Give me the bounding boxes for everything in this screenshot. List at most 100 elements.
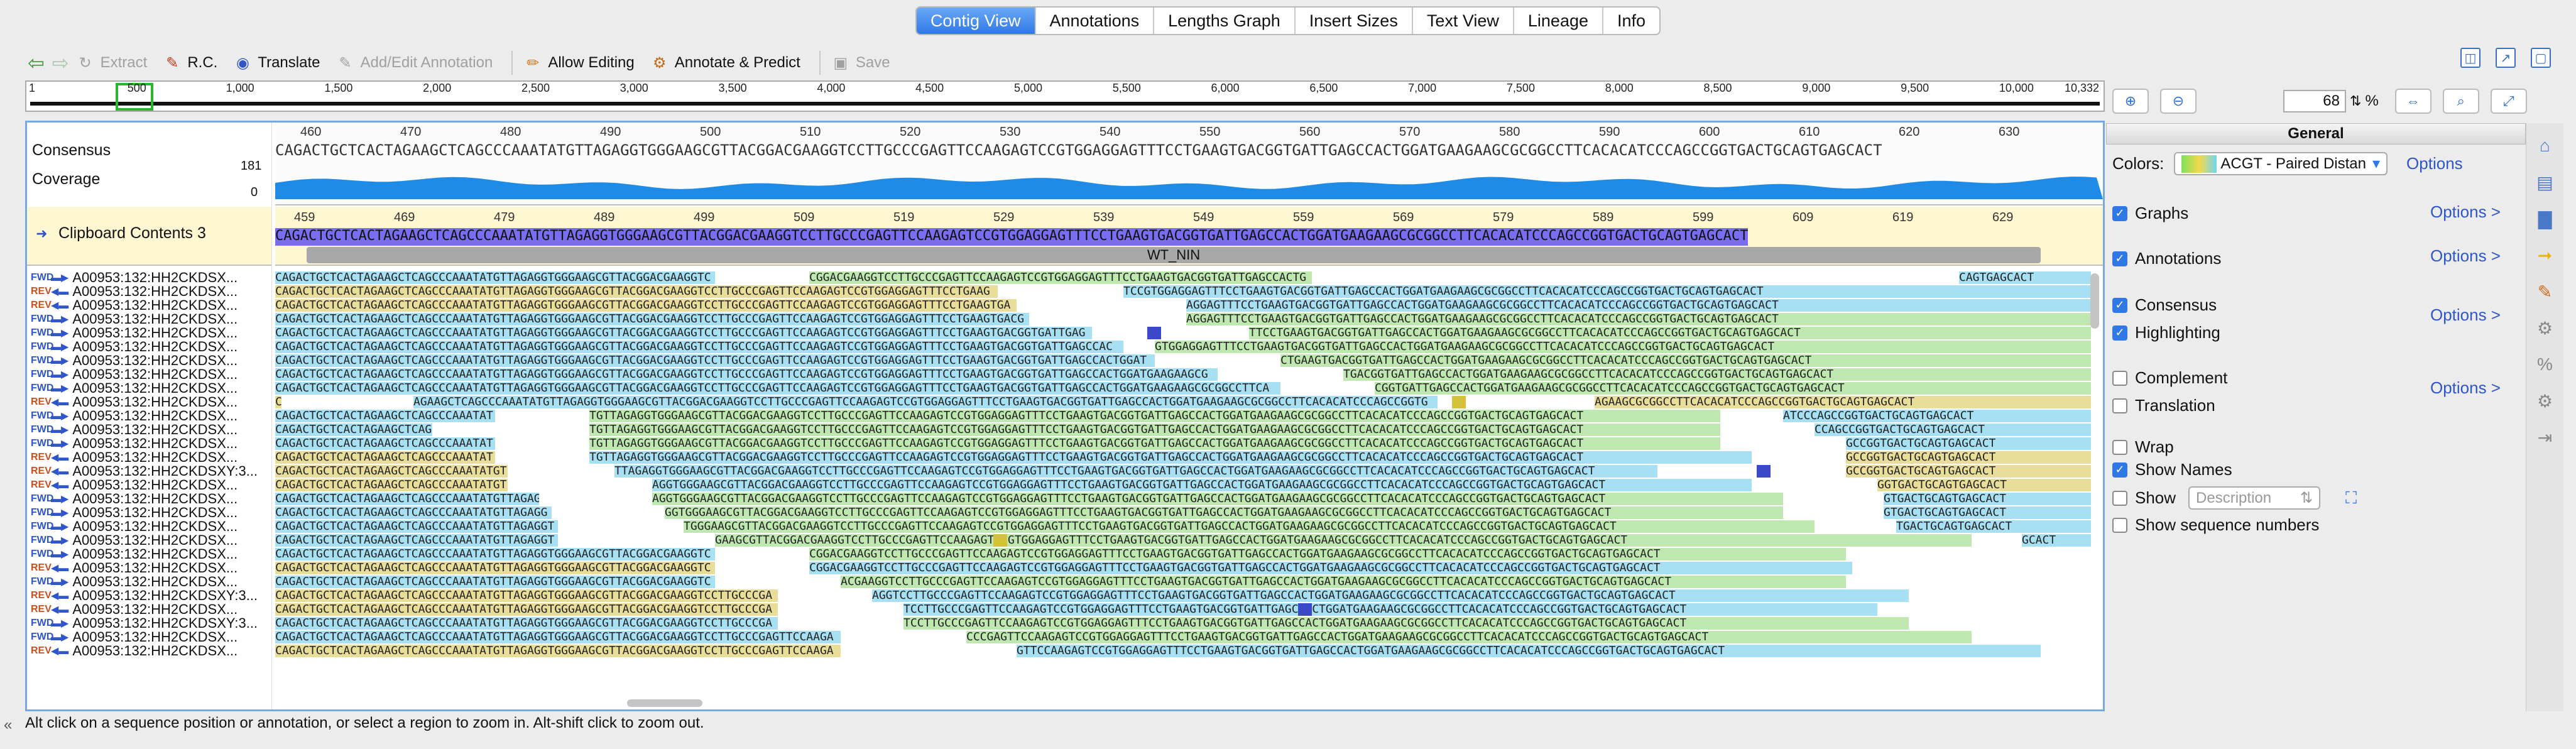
- show-names-row[interactable]: ✓ Show Names: [2112, 460, 2232, 479]
- read-sequence-row[interactable]: CAGACTGCTCACTAGAAGCTCAGCCCAAATAT TGTTAGAG…: [275, 437, 2103, 451]
- read-name-row[interactable]: FWD ▬▶ A00953:132:HH2CKDSX...: [27, 629, 271, 645]
- read-sequence-row[interactable]: CAGACTGCTCACTAGAAGCTCAGCCCAAATATGTTAGAGG…: [275, 561, 2103, 575]
- wrap-checkbox[interactable]: [2112, 439, 2127, 455]
- horizontal-scrollbar[interactable]: [627, 699, 702, 707]
- translate-button[interactable]: ◉ Translate: [234, 54, 320, 72]
- tab-contig-view[interactable]: Contig View: [916, 8, 1036, 34]
- forward-arrow-icon[interactable]: ⇨: [52, 51, 69, 75]
- alignment-view[interactable]: Consensus Coverage 181 0 ➜ Clipboard Con…: [25, 121, 2105, 711]
- sequence-area[interactable]: 460 470 480 490 500 510 520 530 540 550 560 570 580 5…: [275, 123, 2103, 709]
- zoom-to-selection-icon[interactable]: ⌕: [2442, 89, 2479, 114]
- zoom-in-icon[interactable]: ⊕: [2112, 89, 2149, 114]
- read-name-row[interactable]: REV ◀▬ A00953:132:HH2CKDSX...: [27, 601, 271, 617]
- zoom-out-icon[interactable]: ⊖: [2160, 89, 2197, 114]
- read-name-row[interactable]: FWD ▬▶ A00953:132:HH2CKDSX...: [27, 422, 271, 437]
- read-sequence-row[interactable]: CAGACTGCTCACTAGAAGCTCAGCCCAAATATGTTAGAGG…: [275, 630, 2103, 644]
- rc-button[interactable]: ✎ R.C.: [163, 54, 217, 72]
- annotation-wt-nin[interactable]: WT_NIN: [307, 247, 2041, 263]
- read-name-row[interactable]: REV ◀▬ A00953:132:HH2CKDSX...: [27, 297, 271, 313]
- back-arrow-icon[interactable]: ⇦: [28, 51, 45, 75]
- read-sequence-row[interactable]: CAGACTGCTCACTAGAAGCTCAGCCCAAATATGTTAGAGG…: [275, 533, 2103, 547]
- highlighting-row[interactable]: ✓ Highlighting: [2112, 323, 2220, 342]
- read-sequence-row[interactable]: CAGACTGCTCACTAGAAGCTCAGCCCAAATATGTTAGAGG…: [275, 285, 2103, 298]
- read-name-row[interactable]: FWD ▬▶ A00953:132:HH2CKDSX...: [27, 491, 271, 506]
- tools-icon[interactable]: ⚙: [2531, 387, 2559, 415]
- tab-lineage[interactable]: Lineage: [1514, 8, 1603, 34]
- read-sequence-row[interactable]: C AGAAGCTCAGCCCAAATATGTTAGAGGTGGGAAGCGTTA…: [275, 395, 2103, 409]
- read-name-row[interactable]: REV ◀▬ A00953:132:HH2CKDSX...: [27, 560, 271, 576]
- show-numbers-checkbox[interactable]: [2112, 517, 2127, 533]
- annotate-icon[interactable]: ✎: [2531, 278, 2559, 305]
- read-name-row[interactable]: REV ◀▬ A00953:132:HH2CKDSX...: [27, 477, 271, 493]
- read-name-row[interactable]: FWD ▬▶ A00953:132:HH2CKDSX...: [27, 435, 271, 451]
- read-sequence-row[interactable]: CAGACTGCTCACTAGAAGCTCAGCCCAAATATGT AGGTGG…: [275, 478, 2103, 492]
- read-name-row[interactable]: REV ◀▬ A00953:132:HH2CKDSX...: [27, 643, 271, 659]
- popout-icon[interactable]: ↗: [2496, 48, 2516, 68]
- read-name-row[interactable]: FWD ▬▶ A00953:132:HH2CKDSX...: [27, 270, 271, 285]
- translation-options-link[interactable]: Options >: [2430, 378, 2501, 398]
- read-name-row[interactable]: REV ◀▬ A00953:132:HH2CKDSXY:3...: [27, 588, 271, 603]
- save-button[interactable]: ▣ Save: [832, 54, 890, 72]
- collapse-icon[interactable]: «: [4, 716, 12, 734]
- read-sequence-row[interactable]: CAGACTGCTCACTAGAAGCTCAGCCCAAATATGTTAGAGG…: [275, 368, 2103, 381]
- show-field-select[interactable]: Description ⇅: [2188, 486, 2321, 510]
- vertical-scrollbar[interactable]: [2090, 273, 2099, 329]
- show-numbers-row[interactable]: Show sequence numbers: [2112, 515, 2319, 535]
- overview-ruler[interactable]: 1 500 1,000 1,500 2,000 2,500 3,000 3,500 4,000 4…: [25, 80, 2105, 112]
- read-name-row[interactable]: FWD ▬▶ A00953:132:HH2CKDSX...: [27, 408, 271, 424]
- read-name-row[interactable]: FWD ▬▶ A00953:132:HH2CKDSX...: [27, 546, 271, 562]
- wrap-row[interactable]: Wrap: [2112, 437, 2174, 457]
- fullscreen-icon[interactable]: ⤢: [2490, 89, 2527, 114]
- read-name-row[interactable]: REV ◀▬ A00953:132:HH2CKDSX...: [27, 283, 271, 299]
- show-names-checkbox[interactable]: ✓: [2112, 462, 2127, 478]
- read-sequence-row[interactable]: CAGACTGCTCACTAGAAGCTCAGCCCAAATATGTTAGAGG…: [275, 326, 2103, 340]
- colors-options-link[interactable]: Options: [2406, 154, 2463, 173]
- read-name-row[interactable]: REV ◀▬ A00953:132:HH2CKDSX...: [27, 449, 271, 465]
- read-name-row[interactable]: REV ◀▬ A00953:132:HH2CKDSXY:3...: [27, 463, 271, 479]
- consensus-row[interactable]: ✓ Consensus: [2112, 295, 2217, 315]
- allow-editing-button[interactable]: ✏ Allow Editing: [524, 54, 634, 72]
- read-sequence-row[interactable]: CAGACTGCTCACTAGAAGCTCAGCCCAAATATGTTAGAGG…: [275, 589, 2103, 603]
- expand-icon[interactable]: ▢: [2531, 48, 2551, 68]
- read-sequence-row[interactable]: CAGACTGCTCACTAGAAGCTCAGCCCAAATATGTTAGAGG…: [275, 520, 2103, 533]
- read-name-row[interactable]: REV ◀▬ A00953:132:HH2CKDSX...: [27, 394, 271, 410]
- home-icon[interactable]: ⌂: [2531, 132, 2559, 160]
- tab-info[interactable]: Info: [1603, 8, 1659, 34]
- read-sequence-row[interactable]: CAGACTGCTCACTAGAAGCTCAGCCCAAATAT TGTTAGAG…: [275, 451, 2103, 464]
- graphs-options-link[interactable]: Options >: [2430, 202, 2501, 222]
- read-sequence-row[interactable]: CAGACTGCTCACTAGAAGCTCAGCCCAAATATGTTAGAGG…: [275, 575, 2103, 589]
- clipboard-sequence-row[interactable]: 459 469 479 489 499 509 519 529 539 549 559 569 579 5…: [275, 207, 2103, 266]
- complement-checkbox[interactable]: [2112, 370, 2127, 386]
- read-sequence-row[interactable]: CAGACTGCTCACTAGAAGCTCAGCCCAAATATGTTAGAGG…: [275, 312, 2103, 326]
- translation-checkbox[interactable]: [2112, 398, 2127, 413]
- colors-select[interactable]: ACGT - Paired Distan ▾: [2174, 152, 2388, 175]
- add-edit-annotation-button[interactable]: ✎ Add/Edit Annotation: [336, 54, 493, 72]
- read-name-row[interactable]: FWD ▬▶ A00953:132:HH2CKDSX...: [27, 532, 271, 548]
- graphs-checkbox[interactable]: ✓: [2112, 205, 2127, 221]
- read-name-row[interactable]: FWD ▬▶ A00953:132:HH2CKDSXY:3...: [27, 615, 271, 631]
- filter-icon[interactable]: ⛶: [2345, 488, 2357, 508]
- general-section-header[interactable]: General: [2106, 123, 2526, 145]
- zoom-level-input[interactable]: 68: [2283, 90, 2346, 112]
- read-sequence-row[interactable]: CAGACTGCTCACTAGAAGCTCAGCCCAAATATGTTAGAGG…: [275, 298, 2103, 312]
- consensus-checkbox[interactable]: ✓: [2112, 297, 2127, 313]
- show-checkbox[interactable]: [2112, 490, 2127, 506]
- annotations-row[interactable]: ✓ Annotations: [2112, 249, 2221, 268]
- read-sequence-row[interactable]: CAGACTGCTCACTAGAAGCTCAGCCCAAATATGTTAGAGG…: [275, 644, 2103, 658]
- extract-button[interactable]: ↻ Extract: [77, 54, 148, 72]
- zoom-stepper-icon[interactable]: ⇅: [2350, 93, 2361, 109]
- read-sequence-row[interactable]: CAGACTGCTCACTAGAAGCTCAGCCCAAATATGT TTAGAG…: [275, 464, 2103, 478]
- highlighting-checkbox[interactable]: ✓: [2112, 325, 2127, 341]
- read-name-row[interactable]: FWD ▬▶ A00953:132:HH2CKDSX...: [27, 574, 271, 589]
- settings-icon[interactable]: ⚙: [2531, 314, 2559, 342]
- read-name-row[interactable]: FWD ▬▶ A00953:132:HH2CKDSX...: [27, 339, 271, 354]
- tab-annotations[interactable]: Annotations: [1036, 8, 1155, 34]
- read-sequence-row[interactable]: CAGACTGCTCACTAGAAGCTCAG TGTTAGAGGTGGGAAGC…: [275, 423, 2103, 437]
- split-view-icon[interactable]: ◫: [2460, 48, 2480, 68]
- tab-insert-sizes[interactable]: Insert Sizes: [1296, 8, 1413, 34]
- read-name-row[interactable]: FWD ▬▶ A00953:132:HH2CKDSX...: [27, 311, 271, 327]
- tab-text-view[interactable]: Text View: [1413, 8, 1514, 34]
- annotate-predict-button[interactable]: ⚙ Annotate & Predict: [651, 54, 800, 72]
- read-sequence-row[interactable]: CAGACTGCTCACTAGAAGCTCAGCCCAAATATGTTAGAGG…: [275, 340, 2103, 354]
- read-sequence-row[interactable]: CAGACTGCTCACTAGAAGCTCAGCCCAAATATGTTAGAGG…: [275, 381, 2103, 395]
